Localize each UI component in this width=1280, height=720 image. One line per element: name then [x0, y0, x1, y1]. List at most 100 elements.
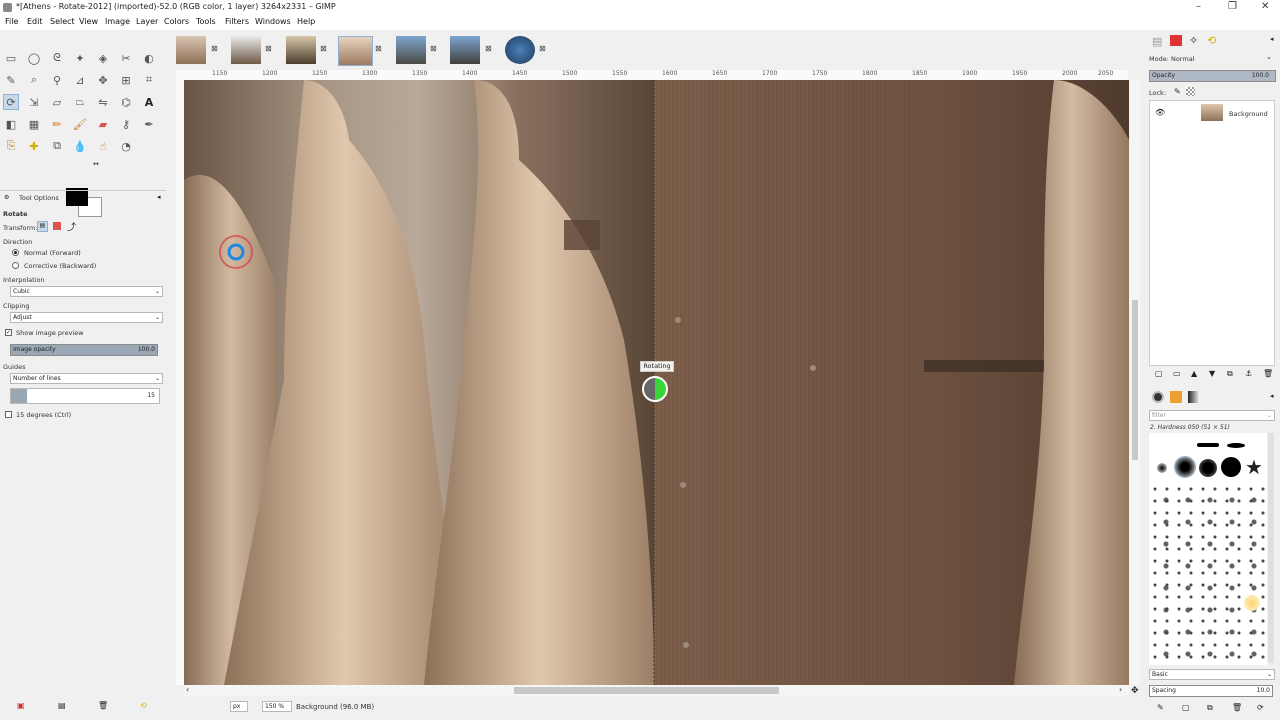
gradient-icon[interactable]: ▦ [26, 116, 42, 132]
vertical-scrollbar[interactable] [1130, 80, 1140, 685]
lower-layer-icon[interactable]: ▼ [1209, 369, 1215, 378]
foreground-select-icon[interactable]: ◐ [141, 50, 157, 66]
edit-brush-icon[interactable]: ✎ [1157, 703, 1164, 712]
star-brush-icon[interactable]: ★ [1245, 455, 1263, 479]
maximize-button[interactable]: ❐ [1228, 1, 1237, 12]
save-options-icon[interactable]: ▣ [17, 701, 25, 710]
perspective-clone-icon[interactable]: ⧉ [49, 138, 65, 154]
raise-layer-icon[interactable]: ▲ [1191, 369, 1197, 378]
close-icon[interactable]: ⊠ [211, 44, 218, 53]
brush-grid-textures[interactable] [1149, 483, 1267, 663]
direction-normal-radio[interactable] [12, 249, 19, 256]
brush-scrollbar[interactable] [1268, 433, 1274, 663]
undo-tab-icon[interactable]: ⟲ [1207, 34, 1216, 47]
layer-row-background[interactable]: 👁 Background [1150, 104, 1274, 122]
brush-line[interactable] [1227, 443, 1245, 448]
paintbrush-icon[interactable]: 🖌 [72, 116, 88, 132]
layers-tab-icon[interactable]: ▤ [1152, 35, 1162, 48]
close-icon[interactable]: ⊠ [485, 44, 492, 53]
paths-icon[interactable]: ✎ [3, 72, 19, 88]
brush-item[interactable] [1157, 463, 1167, 473]
show-preview-checkbox[interactable]: ✓ [5, 329, 12, 336]
transform-selection-icon[interactable] [53, 222, 61, 230]
brush-grid[interactable]: ★ [1149, 433, 1267, 665]
delete-layer-icon[interactable]: 🗑 [1263, 369, 1273, 378]
eye-icon[interactable]: 👁 [1155, 108, 1165, 117]
brush-item[interactable] [1244, 595, 1260, 611]
interpolation-select[interactable]: Cubic ⌄ [10, 286, 163, 297]
transform-layer-icon[interactable]: ▤ [37, 221, 48, 232]
zoom-select[interactable]: 150 % [262, 701, 292, 712]
close-icon[interactable]: ⊠ [430, 44, 437, 53]
scroll-left-icon[interactable]: ‹ [186, 685, 189, 694]
vertical-scroll-thumb[interactable] [1132, 300, 1138, 460]
flip-icon[interactable]: ⇋ [95, 94, 111, 110]
free-select-icon[interactable]: ᘓ [49, 50, 65, 66]
guide-lines-spinner[interactable]: 15 [10, 388, 160, 404]
refresh-brushes-icon[interactable]: ⟳ [1257, 703, 1264, 712]
image-tab-3[interactable] [286, 36, 316, 64]
patterns-tab-icon[interactable] [1170, 391, 1182, 403]
color-select-icon[interactable]: ◈ [95, 50, 111, 66]
anchor-layer-icon[interactable]: ⚓ [1245, 369, 1252, 378]
minimize-button[interactable]: – [1196, 1, 1201, 12]
cage-icon[interactable]: ⌬ [118, 94, 134, 110]
close-icon[interactable]: ⊠ [265, 44, 272, 53]
lock-alpha-icon[interactable] [1186, 87, 1195, 96]
panel-menu-icon[interactable]: ◂ [1270, 392, 1274, 400]
ellipse-select-icon[interactable]: ◯ [26, 50, 42, 66]
rect-select-icon[interactable]: ▭ [3, 50, 19, 66]
brush-item[interactable] [1199, 459, 1217, 477]
clipping-select[interactable]: Adjust ⌄ [10, 312, 163, 323]
channels-tab-icon[interactable] [1170, 35, 1182, 46]
close-icon[interactable]: ⊠ [320, 44, 327, 53]
restore-options-icon[interactable]: ▤ [58, 701, 66, 710]
unit-select[interactable]: px [230, 701, 248, 712]
scroll-right-icon[interactable]: › [1119, 685, 1122, 694]
image-opacity-slider[interactable]: Image opacity 100.0 [10, 344, 158, 356]
lock-pixels-icon[interactable]: ✎ [1174, 87, 1181, 96]
spacing-slider[interactable]: Spacing 10.0 [1149, 685, 1273, 697]
image-tab-1[interactable] [176, 36, 206, 64]
paths-tab-icon[interactable]: ✧ [1189, 34, 1198, 47]
ink-icon[interactable]: ✒ [141, 116, 157, 132]
zoom-icon[interactable]: ⚲ [49, 72, 65, 88]
dodge-icon[interactable]: ◔ [118, 138, 134, 154]
duplicate-brush-icon[interactable]: ⧉ [1207, 703, 1213, 713]
menu-view[interactable]: View [79, 17, 98, 26]
measure-icon[interactable]: ⊿ [72, 72, 88, 88]
direction-corrective-radio[interactable] [12, 262, 19, 269]
horizontal-scrollbar[interactable]: ‹ › [184, 685, 1129, 696]
delete-options-icon[interactable]: 🗑 [98, 701, 108, 710]
shear-icon[interactable]: ▱ [49, 94, 65, 110]
brushes-tab-icon[interactable] [1152, 391, 1164, 403]
brush-line[interactable] [1197, 443, 1219, 447]
new-brush-icon[interactable]: ▢ [1182, 703, 1190, 712]
menu-layer[interactable]: Layer [136, 17, 158, 26]
airbrush-icon[interactable]: ⚷ [118, 116, 134, 132]
new-layer-icon[interactable]: ▢ [1155, 369, 1163, 378]
image-tab-5[interactable] [396, 36, 426, 64]
panel-menu-icon[interactable]: ◂ [1270, 35, 1274, 43]
menu-image[interactable]: Image [105, 17, 130, 26]
new-group-icon[interactable]: ▭ [1173, 369, 1181, 378]
menu-tools[interactable]: Tools [196, 17, 216, 26]
layer-opacity-slider[interactable]: Opacity 100.0 [1149, 70, 1276, 82]
brush-filter-input[interactable]: filter ⌄ [1149, 410, 1275, 421]
rotate-tool-icon[interactable]: ⟳ [3, 94, 19, 110]
blur-icon[interactable]: 💧 [72, 138, 88, 154]
scale-icon[interactable]: ⇲ [26, 94, 42, 110]
reset-options-icon[interactable]: ⟲ [140, 701, 147, 710]
image-tab-2[interactable] [231, 36, 261, 64]
guides-select[interactable]: Number of lines ⌄ [10, 373, 163, 384]
transform-path-icon[interactable]: ⤴ [67, 220, 76, 233]
crop-icon[interactable]: ⌗ [141, 72, 157, 88]
smudge-icon[interactable]: ☝ [95, 138, 111, 154]
gradients-tab-icon[interactable] [1188, 391, 1200, 403]
swap-colors-icon[interactable]: ↔ [93, 160, 99, 168]
text-tool-icon[interactable]: A [141, 94, 157, 110]
image-tab-6[interactable] [450, 36, 480, 64]
align-icon[interactable]: ⊞ [118, 72, 134, 88]
menu-help[interactable]: Help [297, 17, 315, 26]
clone-icon[interactable]: ⎘ [3, 138, 19, 154]
